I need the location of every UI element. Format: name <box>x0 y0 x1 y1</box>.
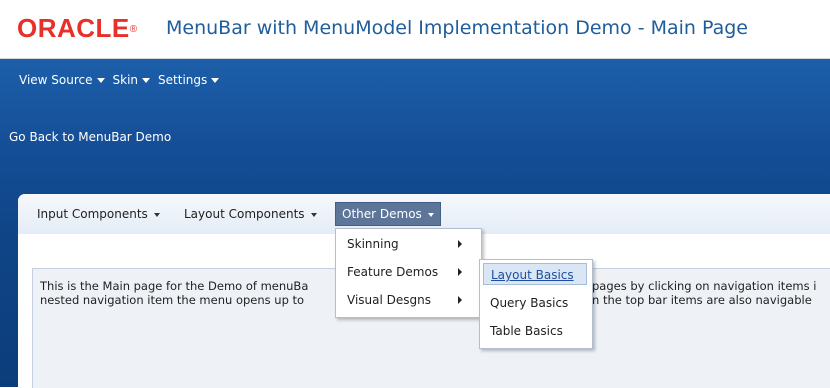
settings-menu[interactable]: Settings <box>158 71 220 89</box>
submenu-item-query-basics[interactable]: Query Basics <box>483 292 587 314</box>
chevron-down-icon <box>211 78 220 83</box>
chevron-down-icon <box>153 212 160 217</box>
submenu-item-visual-designs[interactable]: Visual Desgns <box>347 290 472 310</box>
submenu-item-label: Visual Desgns <box>347 293 431 307</box>
menubar-item-input-components[interactable]: Input Components <box>37 203 160 225</box>
submenu-item-table-basics[interactable]: Table Basics <box>483 320 587 342</box>
chevron-down-icon <box>96 78 105 83</box>
page-title: MenuBar with MenuModel Implementation De… <box>166 17 748 39</box>
menubar-item-label: Input Components <box>37 207 148 221</box>
settings-label: Settings <box>158 73 208 87</box>
chevron-down-icon <box>142 78 151 83</box>
skin-label: Skin <box>112 73 139 87</box>
submenu-item-skinning[interactable]: Skinning <box>347 234 472 254</box>
view-source-label: View Source <box>19 73 93 87</box>
view-source-menu[interactable]: View Source <box>19 71 105 89</box>
top-menu: View Source Skin Settings <box>19 71 227 89</box>
feature-demos-submenu: Layout Basics Query Basics Table Basics <box>479 259 593 349</box>
content-text-line-1b: pages by clicking on navigation items i <box>592 279 817 293</box>
chevron-right-icon <box>458 240 462 248</box>
content-text-line-1a: This is the Main page for the Demo of me… <box>40 279 309 293</box>
oracle-logo: ORACLE® <box>17 13 138 43</box>
submenu-item-label: Feature Demos <box>347 265 439 279</box>
menubar-item-other-demos[interactable]: Other Demos <box>335 202 441 226</box>
chevron-right-icon <box>458 268 462 276</box>
menubar-item-layout-components[interactable]: Layout Components <box>184 203 317 225</box>
chevron-down-icon <box>310 212 317 217</box>
content-text-line-2a: nested navigation item the menu opens up… <box>40 293 305 307</box>
page-header: ORACLE® MenuBar with MenuModel Implement… <box>0 0 830 59</box>
content-text-line-2b: n the top bar items are also navigable <box>592 293 812 307</box>
chevron-right-icon <box>458 296 462 304</box>
chevron-down-icon <box>427 212 434 217</box>
other-demos-submenu: Skinning Feature Demos Visual Desgns <box>335 228 482 318</box>
menubar-item-label: Other Demos <box>342 207 422 221</box>
submenu-item-layout-basics[interactable]: Layout Basics <box>483 263 587 285</box>
submenu-item-label: Skinning <box>347 237 399 251</box>
menubar-item-label: Layout Components <box>184 207 305 221</box>
back-to-menubar-demo-link[interactable]: Go Back to MenuBar Demo <box>9 129 171 145</box>
skin-menu[interactable]: Skin <box>113 71 151 89</box>
submenu-item-feature-demos[interactable]: Feature Demos <box>347 262 472 282</box>
